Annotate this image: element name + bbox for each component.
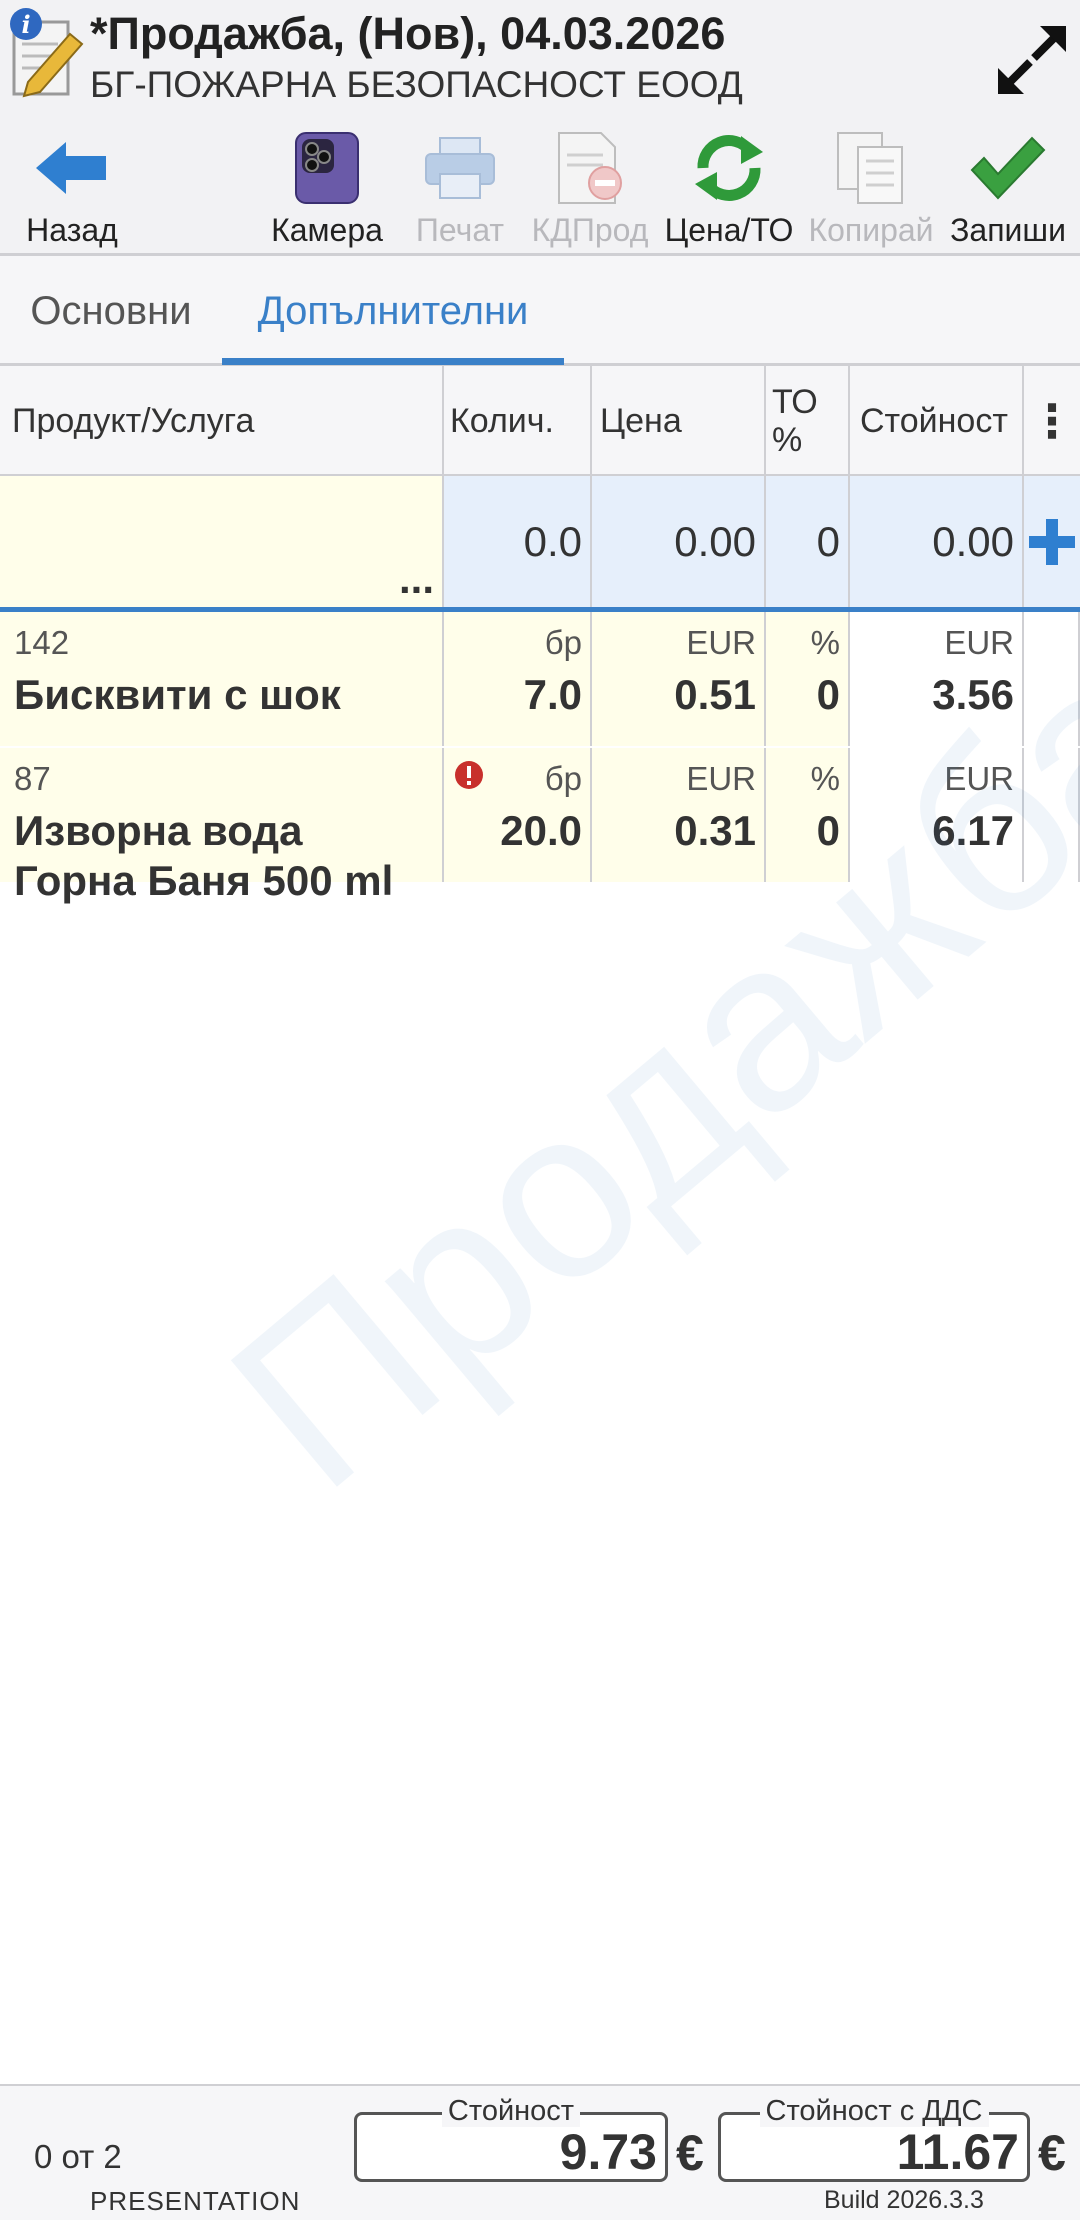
refresh-icon [689,128,769,208]
tab-main[interactable]: Основни [0,256,222,366]
product-name: Изворна вода Горна Баня 500 ml [14,806,393,906]
new-item-qty-input[interactable]: 0.0 [444,476,592,607]
copy-icon [831,128,911,208]
camera-label: Камера [271,212,383,248]
footer: 0 от 2 PRESENTATION Стойност 9.73 € Стой… [0,2084,1080,2220]
row-product-cell[interactable]: 142 Бисквити с шок [0,612,444,746]
new-item-row: ... 0.0 0.00 0 0.00 [0,476,1080,612]
product-name-line1: Изворна вода [14,807,303,854]
camera-button[interactable]: Камера [268,128,386,252]
col-header-to[interactable]: ТО % [766,366,850,476]
price-value: 0.51 [674,671,756,718]
row-to-cell[interactable]: % 0 [766,612,850,746]
price-currency: EUR [686,624,756,661]
col-header-to-line2: % [772,421,803,459]
row-qty-cell[interactable]: бр 20.0 [444,748,592,882]
qty-value: 20.0 [500,807,582,854]
price-currency: EUR [686,760,756,797]
toolbar: Назад Камера Печат КДПрод Цена/ТО Копира… [0,128,1080,252]
page-title: *Продажба, (Нов), 04.03.2026 [90,8,726,59]
active-tab-indicator [222,358,564,365]
col-header-to-line1: ТО [772,383,818,421]
col-header-value[interactable]: Стойност [850,366,1024,476]
total-vat-currency: € [1038,2125,1066,2181]
header: i *Продажба, (Нов), 04.03.2026 БГ-ПОЖАРН… [0,0,1080,256]
row-qty-cell[interactable]: бр 7.0 [444,612,592,746]
total-value-box: Стойност 9.73 [354,2095,668,2182]
tab-additional[interactable]: Допълнителни [222,256,564,366]
build-version: Build 2026.3.3 [824,2186,984,2214]
price-to-label: Цена/ТО [664,212,794,248]
expand-icon[interactable] [994,22,1070,98]
printer-icon [420,128,500,208]
new-item-to-input[interactable]: 0 [766,476,850,607]
total-currency: € [676,2125,704,2181]
tab-bar: Основни Допълнителни [0,256,1080,366]
col-header-product[interactable]: Продукт/Услуга [0,366,444,476]
copy-label: Копирай [808,212,934,248]
kdprod-label: КДПрод [531,212,649,248]
save-label: Запиши [950,212,1066,248]
error-icon[interactable] [454,760,484,790]
product-code: 142 [14,624,70,661]
print-label: Печат [415,212,505,248]
arrow-left-icon [32,128,112,208]
unit-label: бр [544,760,582,797]
total-vat-box: Стойност с ДДС 11.67 [718,2095,1030,2182]
price-to-button[interactable]: Цена/ТО [660,128,798,252]
kdprod-button[interactable]: КДПрод [528,128,652,252]
price-value: 0.31 [674,807,756,854]
copy-button[interactable]: Копирай [806,128,936,252]
print-button[interactable]: Печат [410,128,510,252]
to-value: 0 [816,671,840,718]
record-counter: 0 от 2 [34,2138,122,2175]
grid-header: Продукт/Услуга Колич. Цена ТО % Стойност… [0,366,1080,476]
back-label: Назад [26,212,118,248]
presentation-label: PRESENTATION [90,2186,301,2216]
svg-text:i: i [21,10,30,39]
col-header-qty[interactable]: Колич. [444,366,592,476]
camera-icon [287,128,367,208]
new-item-price-input[interactable]: 0.00 [592,476,766,607]
checkmark-icon [968,128,1048,208]
to-unit: % [810,624,840,661]
new-item-value-input[interactable]: 0.00 [850,476,1024,607]
total-vat-value: 11.67 [896,2124,1019,2180]
row-price-cell[interactable]: EUR 0.51 [592,612,766,746]
document-remove-icon [550,128,630,208]
total-value: 9.73 [559,2124,657,2180]
edit-document-icon[interactable]: i [6,4,86,100]
qty-value: 7.0 [523,671,582,718]
sale-document-screen: i *Продажба, (Нов), 04.03.2026 БГ-ПОЖАРН… [0,0,1080,2220]
product-code: 87 [14,760,51,797]
add-item-button[interactable] [1024,476,1080,607]
company-name: БГ-ПОЖАРНА БЕЗОПАСНОСТ ЕООД [90,64,743,105]
new-item-product-picker[interactable]: ... [0,476,444,607]
product-name-line2: Горна Баня 500 ml [14,857,394,904]
grid-menu-icon[interactable]: ⋮ [1024,366,1080,476]
col-header-price[interactable]: Цена [592,366,766,476]
plus-icon [1029,518,1075,565]
product-name: Бисквити с шок [14,671,341,718]
save-button[interactable]: Запиши [946,128,1070,252]
back-button[interactable]: Назад [18,128,126,252]
unit-label: бр [544,624,582,661]
row-product-cell[interactable]: 87 Изворна вода Горна Баня 500 ml [0,748,444,904]
